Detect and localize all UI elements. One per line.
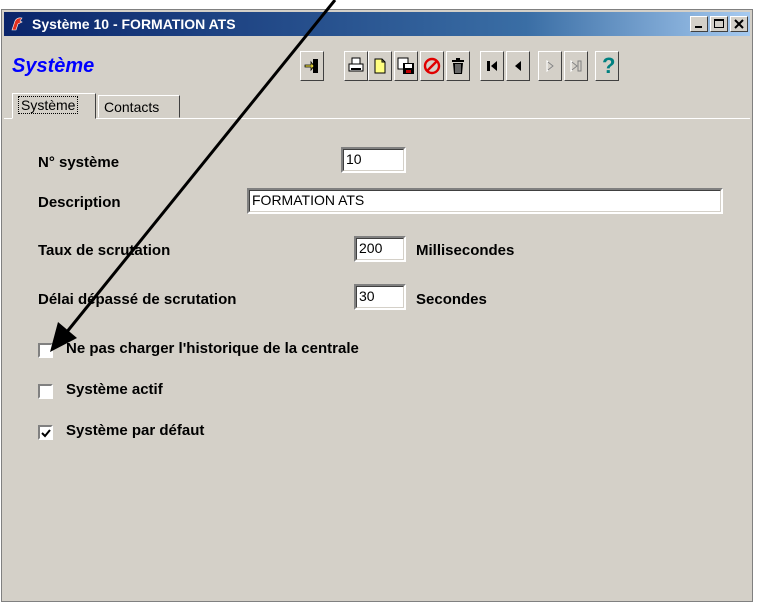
new-icon bbox=[374, 58, 386, 74]
first-record-button[interactable] bbox=[480, 51, 504, 81]
taux-field[interactable]: 200 bbox=[354, 236, 406, 262]
module-title: Système bbox=[12, 55, 95, 77]
numero-label: N° système bbox=[38, 154, 120, 171]
systeme-actif-label: Système actif bbox=[66, 381, 163, 398]
numero-field[interactable]: 10 bbox=[341, 147, 406, 173]
svg-text:?: ? bbox=[602, 55, 615, 77]
window: Système 10 - FORMATION ATS Système ? Sys… bbox=[1, 9, 753, 602]
exit-icon bbox=[304, 59, 318, 73]
description-field[interactable]: FORMATION ATS bbox=[247, 188, 723, 214]
delai-label: Délai dépassé de scrutation bbox=[38, 291, 237, 308]
systeme-par-defaut-label: Système par défaut bbox=[66, 422, 205, 439]
exit-button[interactable] bbox=[300, 51, 324, 81]
previous-record-button[interactable] bbox=[506, 51, 530, 81]
next-record-button[interactable] bbox=[538, 51, 562, 81]
last-icon bbox=[570, 59, 582, 73]
toolbar: Système ? bbox=[4, 38, 750, 94]
description-label: Description bbox=[38, 194, 121, 211]
help-button[interactable]: ? bbox=[595, 51, 619, 81]
first-icon bbox=[487, 61, 497, 71]
maximize-icon bbox=[714, 19, 724, 28]
close-icon bbox=[734, 19, 744, 29]
checkmark-icon bbox=[41, 429, 51, 438]
taux-unit: Millisecondes bbox=[416, 242, 515, 259]
cancel-button[interactable] bbox=[420, 51, 444, 81]
close-button[interactable] bbox=[730, 16, 748, 32]
next-icon bbox=[546, 59, 554, 73]
systeme-actif-checkbox[interactable] bbox=[38, 384, 53, 399]
tab-contacts[interactable]: Contacts bbox=[98, 95, 180, 118]
systeme-par-defaut-checkbox[interactable] bbox=[38, 425, 53, 440]
delai-field[interactable]: 30 bbox=[354, 284, 406, 310]
save-icon bbox=[397, 57, 414, 74]
delete-icon bbox=[452, 58, 464, 74]
maximize-button[interactable] bbox=[710, 16, 728, 32]
minimize-button[interactable] bbox=[690, 16, 708, 32]
delete-button[interactable] bbox=[446, 51, 470, 81]
new-button[interactable] bbox=[368, 51, 392, 81]
cancel-icon bbox=[423, 57, 441, 75]
last-record-button[interactable] bbox=[564, 51, 588, 81]
print-icon bbox=[348, 57, 364, 72]
previous-icon bbox=[515, 61, 521, 71]
ne-pas-charger-checkbox[interactable] bbox=[38, 343, 53, 358]
app-icon bbox=[11, 17, 23, 31]
print-button[interactable] bbox=[344, 51, 368, 81]
minimize-icon bbox=[695, 26, 702, 28]
tab-systeme[interactable]: Système bbox=[12, 93, 96, 119]
title-bar[interactable]: Système 10 - FORMATION ATS bbox=[4, 12, 750, 36]
taux-label: Taux de scrutation bbox=[38, 242, 171, 259]
ne-pas-charger-label: Ne pas charger l'historique de la centra… bbox=[66, 340, 359, 357]
delai-unit: Secondes bbox=[416, 291, 487, 308]
window-title: Système 10 - FORMATION ATS bbox=[32, 16, 236, 32]
save-button[interactable] bbox=[394, 51, 418, 81]
help-icon: ? bbox=[602, 55, 615, 77]
tab-panel: N° système 10 Description FORMATION ATS … bbox=[4, 118, 750, 599]
tab-label: Contacts bbox=[104, 99, 160, 115]
tab-label: Système bbox=[18, 96, 79, 114]
